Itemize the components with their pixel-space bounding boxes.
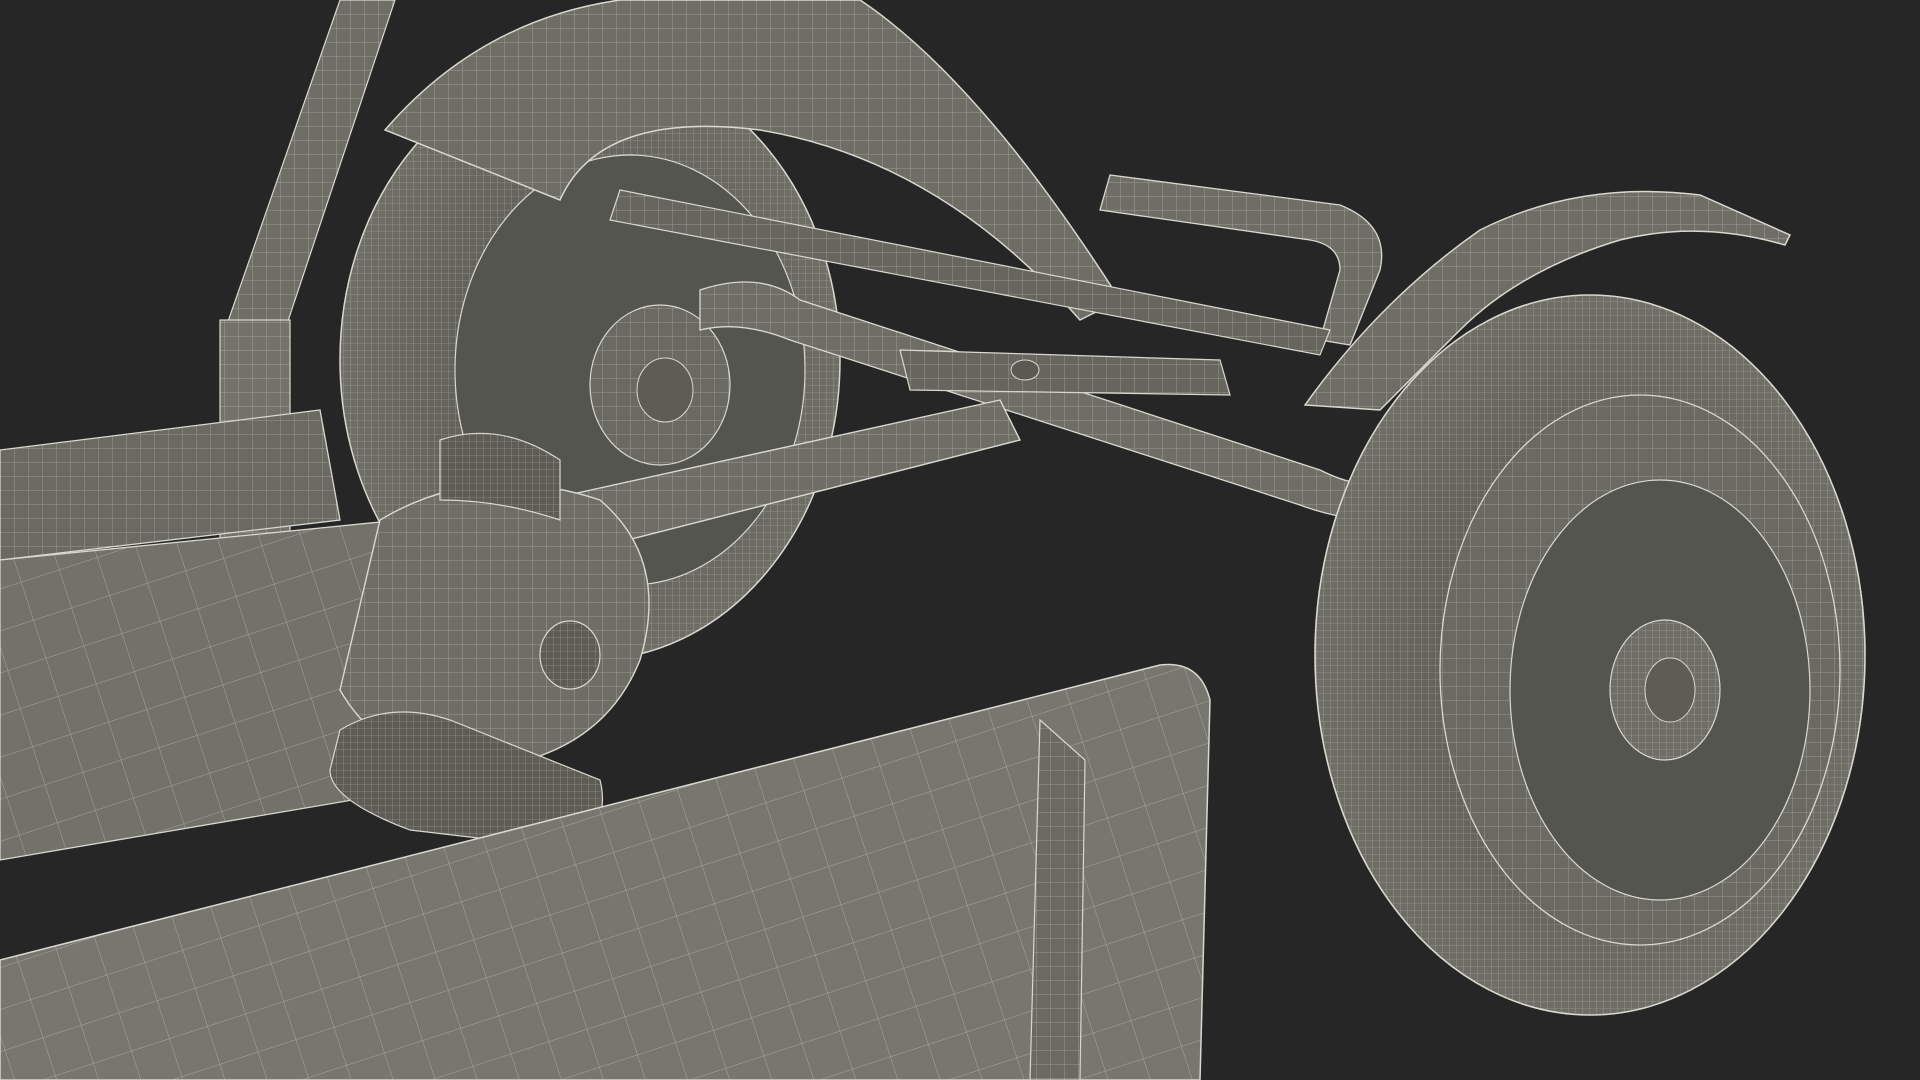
render-viewport [0, 0, 1920, 1080]
wheel-icon [1314, 294, 1866, 1016]
wireframe-scene [0, 0, 1866, 1080]
